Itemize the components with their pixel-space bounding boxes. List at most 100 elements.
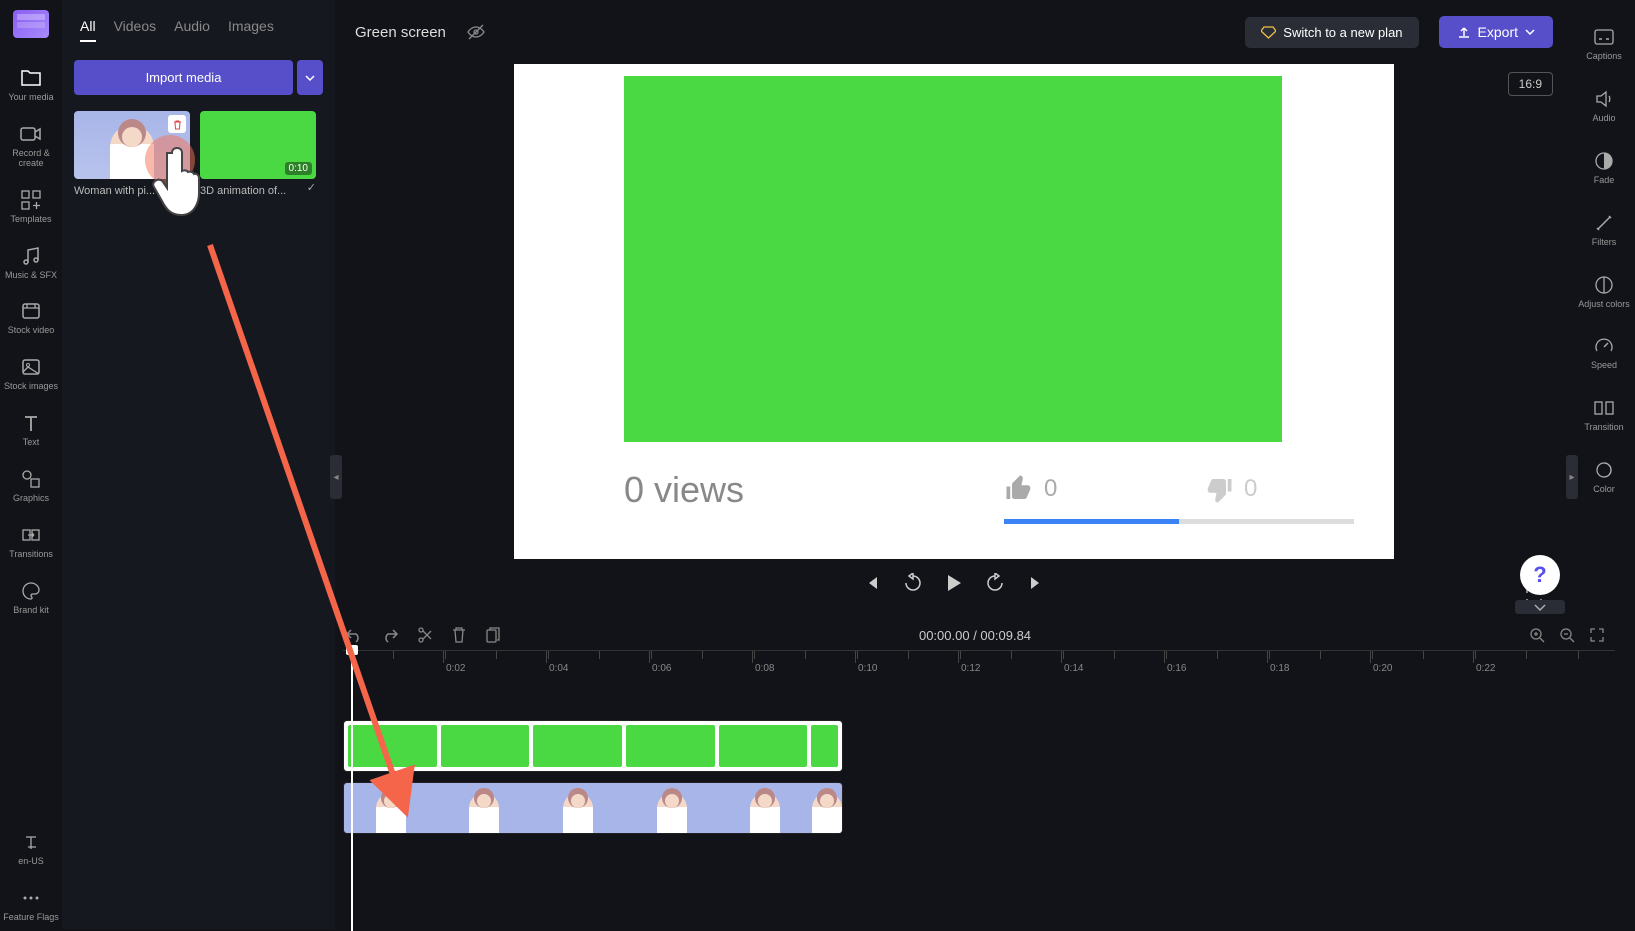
tab-videos[interactable]: Videos bbox=[114, 18, 157, 42]
skip-back-icon[interactable] bbox=[863, 574, 881, 592]
play-icon[interactable] bbox=[945, 573, 963, 593]
nav-stock-images[interactable]: Stock images bbox=[0, 350, 62, 398]
import-media-dropdown[interactable] bbox=[297, 60, 323, 95]
nav-stock-video[interactable]: Stock video bbox=[0, 294, 62, 342]
nav-music-sfx[interactable]: Music & SFX bbox=[0, 239, 62, 287]
nav-brand-kit[interactable]: Brand kit bbox=[0, 574, 62, 622]
switch-plan-button[interactable]: Switch to a new plan bbox=[1245, 17, 1418, 48]
camera-icon bbox=[20, 123, 42, 145]
nav-label: en-US bbox=[18, 857, 44, 867]
thumbnail-image: 0:10 bbox=[200, 111, 316, 179]
export-label: Export bbox=[1478, 24, 1518, 40]
nav-templates[interactable]: Templates bbox=[0, 183, 62, 231]
media-item-green[interactable]: 0:10 3D animation of... ✓ bbox=[200, 111, 316, 197]
help-button[interactable]: ? bbox=[1520, 555, 1560, 595]
dislike-count: 0 bbox=[1244, 475, 1257, 503]
palette-icon bbox=[20, 580, 42, 602]
trash-icon[interactable] bbox=[451, 626, 467, 644]
media-item-woman[interactable]: Woman with pi... bbox=[74, 111, 190, 197]
nav-label: Record & create bbox=[2, 149, 60, 169]
prop-fade[interactable]: Fade bbox=[1573, 144, 1635, 192]
thumbnail-caption: 3D animation of... bbox=[200, 185, 316, 197]
thumbs-up-icon bbox=[1004, 474, 1034, 504]
prop-label: Audio bbox=[1592, 114, 1615, 124]
ruler-tick-label: 0:02 bbox=[446, 663, 465, 674]
tab-images[interactable]: Images bbox=[228, 18, 274, 42]
filters-icon bbox=[1593, 212, 1615, 234]
duration-badge: 0:10 bbox=[285, 162, 312, 175]
media-thumbnails: Woman with pi... 0:10 3D animation of...… bbox=[62, 103, 335, 205]
prop-color[interactable]: Color bbox=[1573, 453, 1635, 501]
nav-feature-flags[interactable]: Feature Flags bbox=[0, 881, 62, 929]
zoom-out-icon[interactable] bbox=[1559, 627, 1575, 643]
zoom-in-icon[interactable] bbox=[1529, 627, 1545, 643]
expand-timeline-chevron[interactable] bbox=[1515, 600, 1565, 614]
collapse-properties-panel[interactable]: ▸ bbox=[1566, 455, 1578, 499]
chevron-down-icon bbox=[1525, 29, 1535, 35]
nav-transitions[interactable]: Transitions bbox=[0, 518, 62, 566]
color-icon bbox=[1593, 459, 1615, 481]
prop-captions[interactable]: Captions bbox=[1573, 20, 1635, 68]
track-green bbox=[343, 720, 1615, 776]
like-ratio-bar bbox=[1004, 519, 1354, 524]
image-icon bbox=[20, 356, 42, 378]
undo-icon[interactable] bbox=[345, 627, 363, 643]
prop-audio[interactable]: Audio bbox=[1573, 82, 1635, 130]
speaker-icon bbox=[1593, 88, 1615, 110]
skip-forward-icon[interactable] bbox=[1027, 574, 1045, 592]
visibility-off-icon[interactable] bbox=[466, 23, 486, 41]
prop-transition[interactable]: Transition bbox=[1573, 391, 1635, 439]
prop-label: Transition bbox=[1584, 423, 1623, 433]
nav-label: Stock images bbox=[4, 382, 58, 392]
ruler-tick-label: 0:20 bbox=[1373, 663, 1392, 674]
ruler-tick-label: 0:18 bbox=[1270, 663, 1289, 674]
tab-audio[interactable]: Audio bbox=[174, 18, 210, 42]
aspect-ratio-badge[interactable]: 16:9 bbox=[1508, 72, 1553, 96]
prop-filters[interactable]: Filters bbox=[1573, 206, 1635, 254]
prop-label: Color bbox=[1593, 485, 1615, 495]
views-text: 0 views bbox=[624, 469, 744, 511]
project-title[interactable]: Green screen bbox=[355, 24, 446, 41]
forward-icon[interactable] bbox=[985, 573, 1005, 593]
nav-language[interactable]: en-US bbox=[0, 825, 62, 873]
upload-icon bbox=[1457, 25, 1471, 39]
collapse-media-panel[interactable]: ◂ bbox=[330, 455, 342, 499]
app-logo[interactable] bbox=[13, 10, 49, 38]
playhead[interactable] bbox=[351, 651, 353, 931]
clip-green-screen[interactable] bbox=[343, 720, 843, 772]
shapes-icon bbox=[20, 468, 42, 490]
like-count: 0 bbox=[1044, 475, 1057, 503]
globe-icon bbox=[20, 831, 42, 853]
tab-all[interactable]: All bbox=[80, 18, 96, 42]
prop-adjust-colors[interactable]: Adjust colors bbox=[1573, 268, 1635, 316]
nav-graphics[interactable]: Graphics bbox=[0, 462, 62, 510]
clip-woman[interactable] bbox=[343, 782, 843, 834]
timeline: 00:00.00 / 00:09.84 0:020:040:060:080:10… bbox=[335, 620, 1615, 929]
captions-icon bbox=[1593, 26, 1615, 48]
folder-icon bbox=[20, 67, 42, 89]
prop-speed[interactable]: Speed bbox=[1573, 329, 1635, 377]
ruler-tick-label: 0:14 bbox=[1064, 663, 1083, 674]
nav-text[interactable]: Text bbox=[0, 406, 62, 454]
duplicate-icon[interactable] bbox=[485, 626, 501, 644]
import-media-button[interactable]: Import media bbox=[74, 60, 293, 95]
green-screen-rect bbox=[624, 76, 1282, 442]
zoom-fit-icon[interactable] bbox=[1589, 627, 1605, 643]
player-controls bbox=[863, 559, 1045, 607]
redo-icon[interactable] bbox=[381, 627, 399, 643]
thumbs-down-icon bbox=[1204, 474, 1234, 504]
nav-label: Feature Flags bbox=[3, 913, 59, 923]
preview-canvas[interactable]: 0 views 0 0 bbox=[514, 64, 1394, 559]
timeline-ruler[interactable]: 0:020:040:060:080:100:120:140:160:180:20… bbox=[343, 650, 1615, 680]
rewind-icon[interactable] bbox=[903, 573, 923, 593]
text-icon bbox=[20, 412, 42, 434]
ruler-tick-label: 0:12 bbox=[961, 663, 980, 674]
nav-record-create[interactable]: Record & create bbox=[0, 117, 62, 175]
split-icon[interactable] bbox=[417, 626, 433, 644]
ruler-tick-label: 0:16 bbox=[1167, 663, 1186, 674]
ruler-tick-label: 0:10 bbox=[858, 663, 877, 674]
delete-icon[interactable] bbox=[168, 115, 186, 133]
export-button[interactable]: Export bbox=[1439, 16, 1553, 48]
nav-your-media[interactable]: Your media bbox=[0, 61, 62, 109]
speed-icon bbox=[1593, 335, 1615, 357]
